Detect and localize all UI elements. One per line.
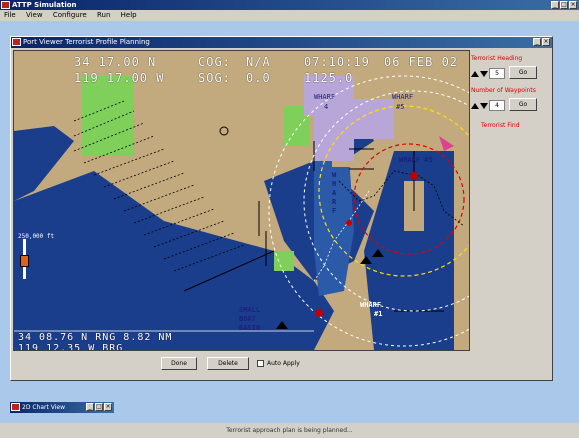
waypoints-go-button[interactable]: Go bbox=[509, 98, 537, 111]
vertical-wharf-label: WHARF bbox=[332, 171, 337, 215]
port-viewer-titlebar: Port Viewer Terrorist Profile Planning _… bbox=[11, 37, 552, 48]
done-button[interactable]: Done bbox=[161, 357, 197, 370]
wharf-label-2: WHARF bbox=[392, 93, 414, 101]
window-minimize-icon[interactable]: _ bbox=[533, 38, 541, 46]
menu-run[interactable]: Run bbox=[97, 11, 110, 19]
auto-apply-checkbox[interactable] bbox=[257, 360, 264, 367]
range-readout-2: 119 12.35 W BRG bbox=[18, 343, 124, 351]
heading-input[interactable]: 5 bbox=[489, 68, 505, 79]
window-icon bbox=[12, 38, 21, 46]
lat-readout: 34 17.00 N bbox=[74, 55, 157, 69]
delete-button[interactable]: Delete bbox=[207, 357, 249, 370]
waypoint-marker bbox=[410, 172, 418, 180]
waypoints-down-icon[interactable] bbox=[480, 102, 488, 109]
port-viewer-window: Port Viewer Terrorist Profile Planning _… bbox=[10, 36, 553, 381]
minimized-title: 2D Chart View bbox=[22, 404, 65, 411]
mini-restore-icon[interactable]: _ bbox=[86, 403, 94, 411]
wharf-label-1: WHARF bbox=[314, 93, 336, 101]
cog-label: COG: bbox=[198, 55, 231, 69]
waypoints-input[interactable]: 4 bbox=[489, 100, 505, 111]
status-bar: Terrorist approach plan is being planned… bbox=[0, 423, 579, 438]
heading-readout: 1125.0 bbox=[304, 71, 354, 85]
app-title: ATTP Simulation bbox=[12, 1, 77, 9]
app-titlebar: ATTP Simulation _ □ × bbox=[0, 0, 579, 10]
waypoints-label: Number of Waypoints bbox=[471, 87, 536, 94]
heading-up-icon[interactable] bbox=[471, 70, 479, 77]
restricted-zone-2 bbox=[314, 111, 354, 161]
mini-window-icon bbox=[11, 403, 20, 411]
vessel-marker bbox=[315, 309, 323, 317]
heading-down-icon[interactable] bbox=[480, 70, 488, 77]
date-readout: 06 FEB 02 bbox=[384, 55, 459, 69]
menu-bar: File View Configure Run Help bbox=[0, 10, 579, 21]
zoom-slider[interactable] bbox=[20, 239, 29, 279]
window-close-icon[interactable]: × bbox=[542, 38, 550, 46]
wharf-label-1b: 4 bbox=[324, 103, 329, 111]
mini-maximize-icon[interactable]: □ bbox=[95, 403, 103, 411]
wharf-label-3: WHARF #5 bbox=[399, 156, 433, 164]
window-controls: _ × bbox=[533, 38, 550, 46]
heading-spinner[interactable]: 5 bbox=[471, 68, 505, 79]
find-label: Terrorist Find bbox=[481, 122, 520, 129]
waypoint-marker-2 bbox=[346, 220, 352, 226]
port-viewer-title: Port Viewer Terrorist Profile Planning bbox=[23, 38, 150, 46]
waypoints-up-icon[interactable] bbox=[471, 102, 479, 109]
wharf-label-2b: #5 bbox=[396, 103, 405, 111]
lon-readout: 119 17.00 W bbox=[74, 71, 165, 85]
minimize-icon[interactable]: _ bbox=[551, 1, 559, 9]
green-zone-3 bbox=[274, 251, 294, 271]
menu-configure[interactable]: Configure bbox=[53, 11, 87, 19]
app-icon bbox=[1, 1, 10, 9]
menu-file[interactable]: File bbox=[4, 11, 16, 19]
close-icon[interactable]: × bbox=[569, 1, 577, 9]
time-readout: 07:10:19 bbox=[304, 55, 370, 69]
menu-help[interactable]: Help bbox=[121, 11, 137, 19]
small-boat-basin-label: SMALL BOAT BASIN bbox=[239, 306, 261, 332]
waypoints-spinner[interactable]: 4 bbox=[471, 100, 505, 111]
wharf-label-4: WHARF bbox=[360, 301, 382, 309]
wharf-label-4b: #1 bbox=[374, 310, 383, 318]
zoom-slider-thumb[interactable] bbox=[20, 255, 29, 267]
auto-apply-label: Auto Apply bbox=[267, 360, 300, 367]
sog-value: 0.0 bbox=[246, 71, 271, 85]
cog-value: N/A bbox=[246, 55, 271, 69]
mini-close-icon[interactable]: × bbox=[104, 403, 112, 411]
terrorist-control-panel: Terrorist Heading 5 Go Number of Waypoin… bbox=[469, 50, 549, 190]
maximize-icon[interactable]: □ bbox=[560, 1, 568, 9]
heading-go-button[interactable]: Go bbox=[509, 66, 537, 79]
nautical-chart[interactable]: 34 17.00 N 119 17.00 W COG: N/A SOG: 0.0… bbox=[13, 50, 470, 351]
range-readout: 34 08.76 N RNG 8.82 NM bbox=[18, 332, 173, 343]
green-zone-1 bbox=[82, 76, 134, 156]
app-window-controls: _ □ × bbox=[551, 1, 577, 9]
menu-view[interactable]: View bbox=[26, 11, 43, 19]
sog-label: SOG: bbox=[198, 71, 231, 85]
restricted-zone-3 bbox=[354, 99, 394, 139]
minimized-chart-window[interactable]: 2D Chart View _ □ × bbox=[10, 402, 114, 413]
mini-window-controls: _ □ × bbox=[86, 403, 112, 411]
heading-label: Terrorist Heading bbox=[471, 55, 523, 62]
